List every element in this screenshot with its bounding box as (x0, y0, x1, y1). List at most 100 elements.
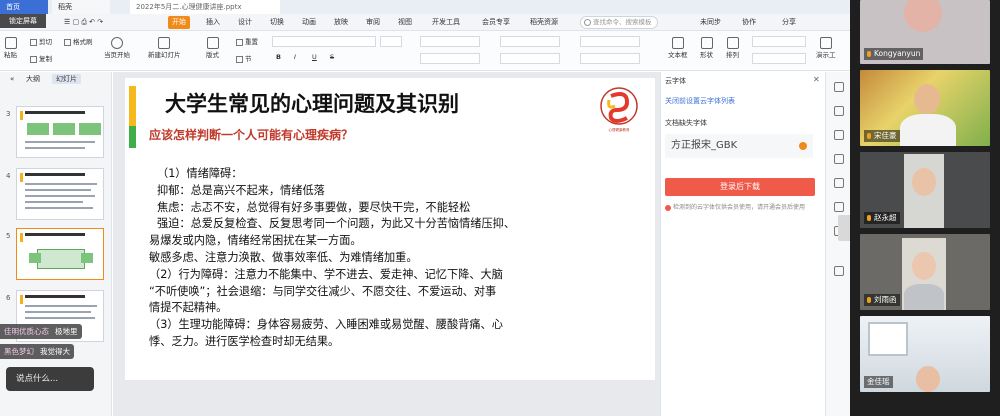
participant-face (916, 366, 940, 392)
member-note: 检测到的云字体仅供会员使用，请开通会员后使用 (665, 202, 805, 211)
cut-button[interactable]: 剪切 (30, 36, 52, 46)
video-tile[interactable]: 赵永超 (860, 152, 990, 228)
body-line: 抑郁：总是高兴不起来，情绪低落 (157, 183, 325, 197)
presentation-tools-button[interactable]: 演示工 (816, 37, 836, 59)
pane-tab-slides[interactable]: 幻灯片 (52, 74, 81, 84)
login-download-button[interactable]: 登录后下载 (665, 178, 815, 196)
video-tile[interactable]: Kongyanyun (860, 0, 990, 64)
sync-status[interactable]: 未同步 (700, 16, 721, 29)
reset-button[interactable]: 重置 (236, 36, 258, 46)
chat-sender: 佳明优质心态 (4, 327, 49, 336)
menu-docer-resources[interactable]: 稻壳资源 (526, 16, 562, 29)
play-from-current-button[interactable]: 当页开始 (104, 37, 130, 59)
section-button[interactable]: 节 (236, 53, 252, 63)
missing-font-label: 文档缺失字体 (665, 119, 707, 127)
video-tile[interactable]: 刘雨函 (860, 234, 990, 310)
panel-collapse-handle[interactable] (838, 215, 850, 241)
copy-button[interactable]: 复制 (30, 53, 52, 63)
menu-transition[interactable]: 切换 (266, 16, 288, 29)
pane-header: 云字体 (665, 77, 686, 85)
participant-face (914, 84, 940, 114)
screen: 首页 稻壳 2022年5月二.心理健康讲座.pptx ☰ ▢ ⎙ ↶ ↷ 开始 … (0, 0, 1000, 416)
format-painter-button[interactable]: 格式刷 (64, 36, 93, 46)
menu-design[interactable]: 设计 (234, 16, 256, 29)
body-line: “不听使唤”；社会退缩：与同学交往减少、不愿交往、不爱运动、对事 (149, 284, 497, 298)
pane-tab-collapse[interactable]: « (6, 74, 18, 84)
font-size-select[interactable] (380, 36, 402, 47)
close-icon[interactable]: ✕ (813, 75, 820, 84)
italic-button[interactable]: I (294, 53, 296, 61)
slide-body-text[interactable]: （1）情绪障碍： 抑郁：总是高兴不起来，情绪低落 焦虑：忐忑不安，总觉得有好多事… (149, 166, 649, 351)
slide[interactable]: 大学生常见的心理问题及其识别 应该怎样判断一个人可能有心理疾病？ 心理健康教育 … (125, 78, 655, 380)
layout-icon (206, 37, 219, 49)
shape-outline-select[interactable] (752, 53, 806, 64)
command-search-input[interactable]: 查找命令、搜索模板 (580, 16, 658, 29)
accent-bar-green (129, 126, 136, 148)
textbox-button[interactable]: 文本框 (668, 37, 688, 59)
video-tile[interactable]: 金佳瑶 (860, 316, 990, 392)
video-participants-panel: Kongyanyun 宋佳豪 赵永超 刘雨函 金佳瑶 (850, 0, 1000, 416)
menu-animation[interactable]: 动画 (298, 16, 320, 29)
text-direction-select[interactable] (580, 36, 640, 47)
slide-title[interactable]: 大学生常见的心理问题及其识别 (165, 88, 459, 118)
text-align-select[interactable] (580, 53, 640, 64)
new-slide-button[interactable]: 新建幻灯片 (148, 37, 181, 59)
tab-docer[interactable]: 稻壳 (52, 0, 110, 14)
magic-icon[interactable] (834, 154, 844, 164)
missing-font-item[interactable]: 方正报宋_GBK (665, 134, 813, 158)
text-icon[interactable] (834, 266, 844, 276)
shape-button[interactable]: 形状 (700, 37, 713, 59)
indent-tools[interactable] (500, 53, 560, 64)
menu-file-icons[interactable]: ☰ ▢ ⎙ ↶ ↷ (60, 16, 107, 29)
menu-view[interactable]: 视图 (394, 16, 416, 29)
slide-thumbnail-pane: « 大纲 幻灯片 3 4 5 6 (0, 72, 112, 416)
properties-icon[interactable] (834, 178, 844, 188)
arrange-button[interactable]: 排列 (726, 37, 739, 59)
body-line: 强迫：总爱反复检查、反复思考同一个问题，为此又十分苦恼情绪压抑、 (157, 217, 516, 231)
menu-home[interactable]: 开始 (168, 16, 190, 29)
font-family-select[interactable] (272, 36, 376, 47)
font-icon[interactable] (834, 202, 844, 212)
strikethrough-button[interactable]: S (330, 53, 334, 61)
slide-thumbnail-5-selected[interactable] (16, 228, 104, 280)
menu-member[interactable]: 会员专享 (478, 16, 514, 29)
collaborate-button[interactable]: 协作 (742, 16, 756, 29)
shape-fill-select[interactable] (752, 36, 806, 47)
accent-bar-yellow (129, 86, 136, 126)
slide-subtitle[interactable]: 应该怎样判断一个人可能有心理疾病？ (149, 126, 353, 143)
chat-sender: 黑色梦幻 (4, 347, 34, 356)
share-button[interactable]: 分享 (782, 16, 796, 29)
paragraph-tools[interactable] (420, 36, 480, 47)
warning-dot-icon (799, 142, 807, 150)
animation-icon[interactable] (834, 130, 844, 140)
menu-slideshow[interactable]: 放映 (330, 16, 352, 29)
slide-thumbnail-4[interactable] (16, 168, 104, 220)
cursor-icon[interactable] (834, 82, 844, 92)
layout-button[interactable]: 版式 (206, 37, 219, 59)
chat-input[interactable]: 说点什么... (6, 367, 94, 391)
alignment-tools[interactable] (420, 53, 480, 64)
tab-document[interactable]: 2022年5月二.心理健康讲座.pptx (130, 0, 280, 14)
lock-screen-button[interactable]: 锁定屏幕 (0, 14, 46, 28)
menu-review[interactable]: 审阅 (362, 16, 384, 29)
video-tile[interactable]: 宋佳豪 (860, 70, 990, 146)
style-icon[interactable] (834, 106, 844, 116)
underline-button[interactable]: U (312, 53, 317, 61)
bullet-tools[interactable] (500, 36, 560, 47)
slide-thumbnail-3[interactable] (16, 106, 104, 158)
paste-button[interactable]: 粘贴 (4, 37, 17, 59)
copy-icon (30, 55, 37, 63)
paste-icon (4, 37, 17, 49)
thumbnail-number: 5 (6, 232, 11, 240)
menu-insert[interactable]: 插入 (202, 16, 224, 29)
tab-home[interactable]: 首页 (0, 0, 48, 14)
cloud-font-list-link[interactable]: 关闭前设置云字体列表 (665, 96, 735, 106)
body-line: 焦虑：忐忑不安，总觉得有好多事要做，要尽快干完，不能轻松 (157, 200, 471, 214)
bold-button[interactable]: B (276, 53, 281, 61)
participant-name-tag: 刘雨函 (864, 294, 900, 306)
body-line: （1）情绪障碍： (157, 167, 243, 180)
body-line: 敏感多虑、注意力涣散、做事效率低、为难情绪加重。 (149, 250, 418, 264)
pane-tab-outline[interactable]: 大纲 (22, 74, 44, 84)
thumbnail-number: 3 (6, 110, 11, 118)
menu-developer[interactable]: 开发工具 (428, 16, 464, 29)
